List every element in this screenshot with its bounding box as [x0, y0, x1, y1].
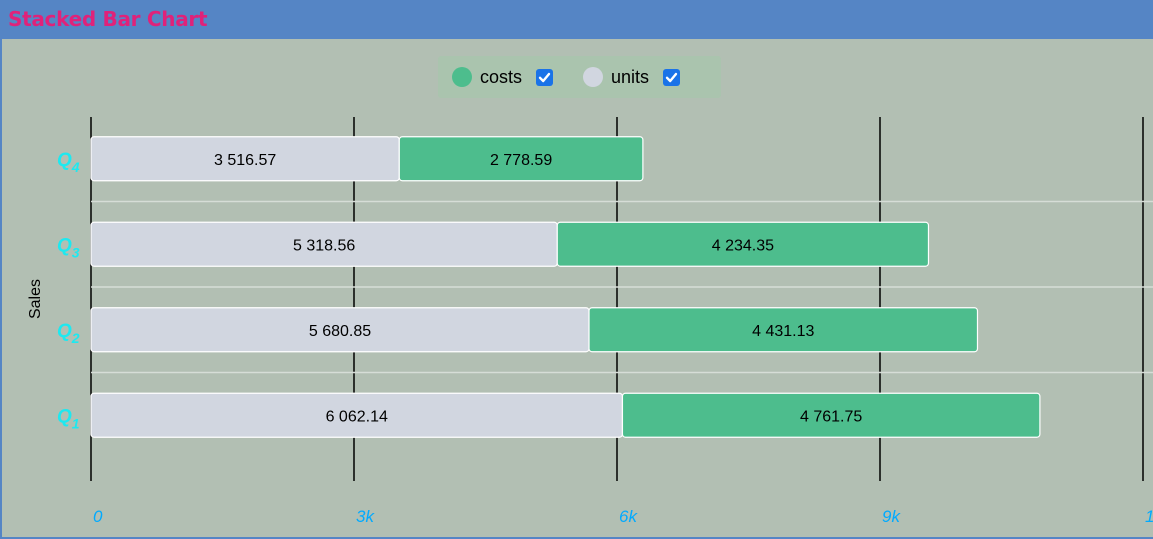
category-label-Q2: Q2 — [57, 321, 80, 346]
x-tick-label-0: 0 — [93, 507, 103, 526]
data-label-units-Q4: 3 516.57 — [214, 152, 276, 169]
y-axis-title: Sales — [27, 279, 44, 319]
data-label-units-Q3: 5 318.56 — [293, 237, 355, 254]
data-label-units-Q1: 6 062.14 — [326, 408, 388, 425]
data-label-costs-Q3: 4 234.35 — [712, 237, 774, 254]
x-tick-label-2: 6k — [619, 507, 638, 526]
x-tick-label-1: 3k — [356, 507, 375, 526]
data-label-costs-Q1: 4 761.75 — [800, 408, 862, 425]
stacked-bar-chart: 6 062.14 4 761.75 Q1 5 680.85 4 431.13 Q2 5 31… — [27, 117, 1153, 526]
chart-window: Stacked Bar Chart costs units 6 062.14 4 … — [0, 0, 1153, 539]
data-label-costs-Q2: 4 431.13 — [752, 323, 814, 340]
x-tick-label-3: 9k — [882, 507, 901, 526]
category-label-Q4: Q4 — [57, 150, 80, 175]
category-label-Q1: Q1 — [57, 406, 80, 431]
data-label-units-Q2: 5 680.85 — [309, 323, 371, 340]
x-tick-label-4: 12k — [1145, 507, 1153, 526]
category-label-Q3: Q3 — [57, 235, 80, 260]
data-label-costs-Q4: 2 778.59 — [490, 152, 552, 169]
